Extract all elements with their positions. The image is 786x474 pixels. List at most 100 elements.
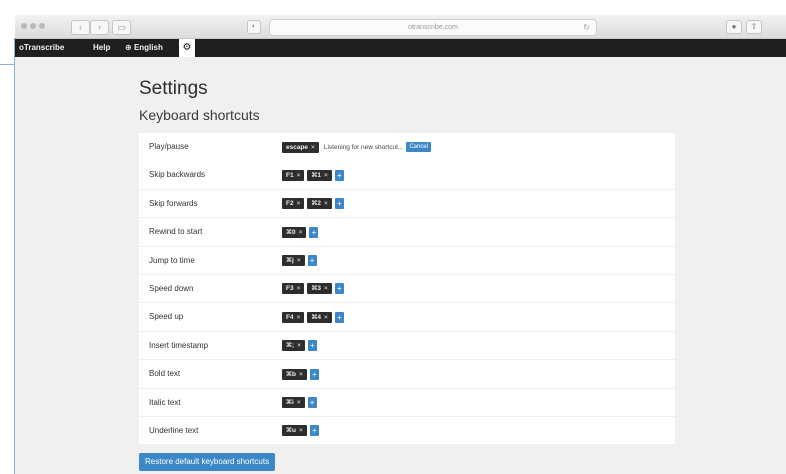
gear-icon[interactable]: ⚙ — [179, 39, 195, 57]
remove-key-icon[interactable]: × — [297, 399, 301, 406]
key-badge[interactable]: ⌘1 × — [307, 169, 332, 181]
table-row: Jump to time ⌘j × + — [139, 246, 675, 275]
shortcut-label: Italic text — [149, 397, 181, 407]
key-badge[interactable]: ⌘i × — [282, 397, 305, 409]
key-badge[interactable]: ⌘3 × — [307, 283, 332, 295]
key-label: ⌘i — [286, 399, 294, 407]
globe-icon: ⊕ — [125, 43, 132, 52]
table-row: Italic text ⌘i × + — [139, 388, 675, 417]
key-label: F2 — [286, 200, 294, 208]
table-row: Rewind to start ⌘0 × + — [139, 218, 675, 246]
key-badge[interactable]: F3 × — [282, 283, 305, 295]
page-title: Settings — [139, 78, 208, 99]
shortcut-keys: F1 × ⌘1 × + — [282, 169, 344, 181]
key-label: ⌘4 — [311, 313, 322, 321]
remove-key-icon[interactable]: × — [324, 314, 328, 321]
key-label: escape — [286, 143, 309, 151]
share-icon[interactable]: ⇧ — [746, 20, 762, 34]
shortcut-label: Skip forwards — [149, 198, 198, 208]
shortcut-keys: F4 × ⌘4 × + — [282, 311, 344, 323]
window-zoom-dot[interactable] — [39, 23, 45, 29]
key-badge[interactable]: ⌘; × — [282, 340, 305, 352]
key-label: F4 — [286, 313, 294, 321]
cancel-button[interactable]: Cancel — [406, 142, 432, 152]
sidebar-icon[interactable]: ▭ — [112, 20, 131, 35]
remove-key-icon[interactable]: × — [297, 200, 301, 207]
remove-key-icon[interactable]: × — [324, 172, 328, 179]
remove-key-icon[interactable]: × — [299, 371, 303, 378]
shortcut-keys: ⌘b × + — [282, 368, 319, 380]
remove-key-icon[interactable]: × — [311, 144, 315, 151]
remove-key-icon[interactable]: × — [297, 314, 301, 321]
shield-icon[interactable]: ◐ — [247, 20, 261, 34]
key-label: F3 — [286, 285, 294, 293]
key-badge[interactable]: escape × — [282, 141, 319, 153]
key-label: ⌘; — [286, 342, 295, 350]
key-badge[interactable]: ⌘0 × — [282, 226, 307, 238]
key-label: ⌘0 — [286, 228, 296, 236]
chevron-left-icon[interactable]: ‹ — [71, 20, 90, 35]
reload-icon[interactable]: ↻ — [583, 20, 590, 35]
shortcut-label: Play/pause — [149, 142, 189, 151]
key-label: ⌘j — [286, 257, 294, 265]
add-shortcut-button[interactable]: + — [334, 169, 344, 181]
table-row: Speed down F3 × ⌘3 × + — [139, 274, 675, 303]
remove-key-icon[interactable]: × — [324, 200, 328, 207]
key-badge[interactable]: ⌘b × — [282, 368, 307, 380]
remove-key-icon[interactable]: × — [297, 257, 301, 264]
add-shortcut-button[interactable]: + — [307, 255, 317, 267]
add-shortcut-button[interactable]: + — [308, 340, 317, 352]
language-menu[interactable]: ⊕ English — [125, 39, 163, 57]
key-label: ⌘b — [286, 370, 297, 378]
key-label: ⌘u — [286, 427, 297, 435]
shortcut-label: Speed up — [149, 312, 184, 322]
key-label: ⌘3 — [311, 285, 322, 293]
download-icon[interactable]: ● — [726, 20, 742, 34]
shortcut-label: Bold text — [149, 369, 181, 379]
shortcut-label: Insert timestamp — [149, 340, 209, 350]
add-shortcut-button[interactable]: + — [309, 226, 319, 238]
remove-key-icon[interactable]: × — [299, 427, 303, 434]
key-label: F1 — [286, 171, 294, 179]
table-row: Bold text ⌘b × + — [139, 360, 675, 388]
add-shortcut-button[interactable]: + — [309, 368, 319, 380]
window-close-dot[interactable] — [21, 23, 27, 29]
restore-defaults-button[interactable]: Restore default keyboard shortcuts — [139, 453, 276, 471]
shortcut-keys: F2 × ⌘2 × + — [282, 198, 344, 210]
language-label: English — [133, 43, 163, 52]
key-badge[interactable]: ⌘j × — [282, 255, 305, 267]
add-shortcut-button[interactable]: + — [334, 311, 344, 323]
shortcut-keys: F3 × ⌘3 × + — [282, 283, 344, 295]
key-badge[interactable]: ⌘4 × — [307, 311, 332, 323]
chevron-right-icon[interactable]: › — [90, 20, 109, 35]
add-shortcut-button[interactable]: + — [334, 283, 344, 295]
key-badge[interactable]: ⌘u × — [282, 425, 307, 437]
shortcut-keys: ⌘j × + — [282, 255, 317, 267]
table-row: Skip forwards F2 × ⌘2 × + — [139, 189, 675, 218]
remove-key-icon[interactable]: × — [297, 342, 301, 349]
table-row: Insert timestamp ⌘; × + — [139, 331, 675, 360]
remove-key-icon[interactable]: × — [297, 172, 301, 179]
key-label: ⌘1 — [311, 171, 322, 179]
key-badge[interactable]: ⌘2 × — [307, 198, 332, 210]
add-shortcut-button[interactable]: + — [309, 425, 319, 437]
key-badge[interactable]: F1 × — [282, 169, 305, 181]
key-badge[interactable]: F4 × — [282, 311, 305, 323]
add-shortcut-button[interactable]: + — [334, 198, 344, 210]
table-row: Underline text ⌘u × + — [139, 416, 675, 445]
help-link[interactable]: Help — [93, 39, 110, 57]
add-shortcut-button[interactable]: + — [307, 397, 317, 409]
shortcut-label: Speed down — [149, 283, 194, 293]
brand-link[interactable]: oTranscribe — [19, 39, 64, 57]
table-row: Speed up F4 × ⌘4 × + — [139, 303, 675, 331]
remove-key-icon[interactable]: × — [297, 285, 301, 292]
listening-status: Listening for new shortcut... — [323, 143, 404, 151]
remove-key-icon[interactable]: × — [299, 229, 303, 236]
remove-key-icon[interactable]: × — [324, 285, 328, 292]
browser-toolbar: ‹ › ▭ ◐ otranscribe.com ↻ ● ⇧ — [15, 15, 786, 39]
address-bar[interactable]: otranscribe.com ↻ — [269, 19, 597, 36]
key-badge[interactable]: F2 × — [282, 198, 305, 210]
shortcut-label: Underline text — [149, 425, 199, 435]
url-text: otranscribe.com — [408, 24, 458, 31]
window-minimize-dot[interactable] — [30, 23, 36, 29]
